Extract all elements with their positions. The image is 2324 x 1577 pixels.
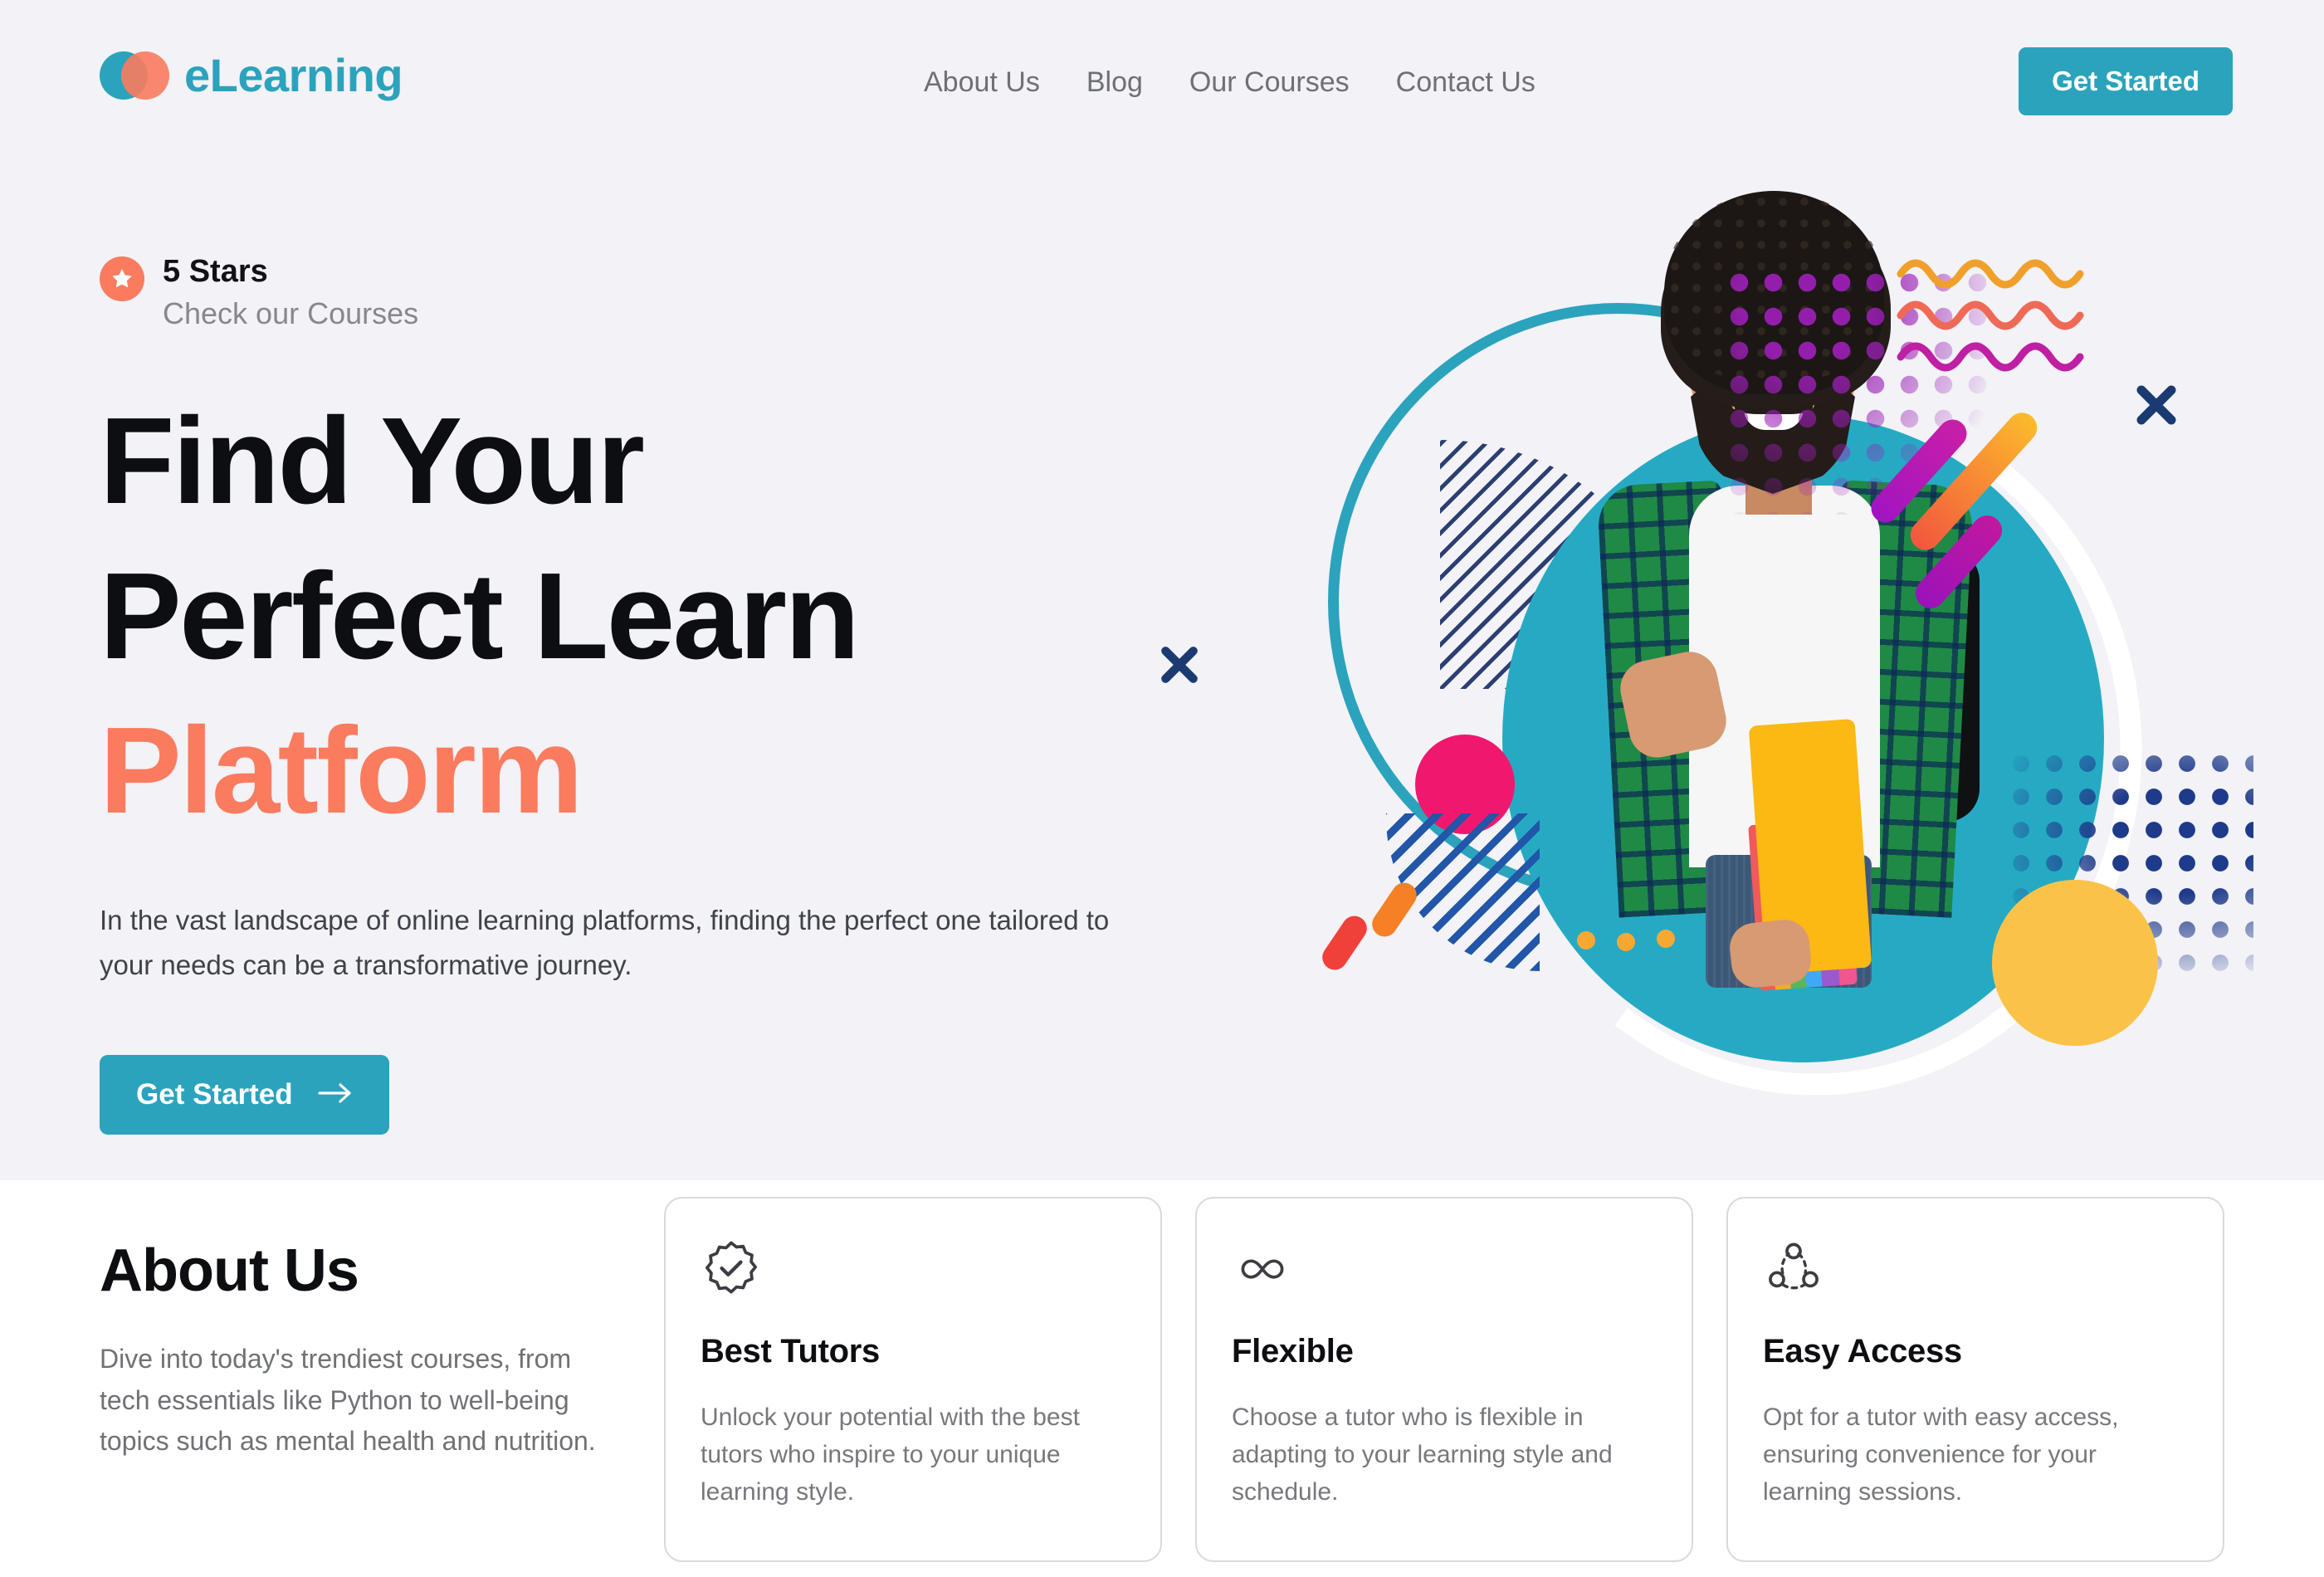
feature-card-title: Easy Access — [1763, 1333, 1962, 1370]
feature-card-best-tutors[interactable]: Best Tutors Unlock your potential with t… — [664, 1197, 1162, 1562]
orange-dot-1 — [1577, 931, 1595, 950]
x-mark-icon — [2136, 385, 2176, 425]
hero-headline: Find Your Perfect Learn Platform — [100, 384, 1212, 848]
feature-card-description: Choose a tutor who is flexible in adapti… — [1232, 1404, 1613, 1506]
feature-card-description: Unlock your potential with the best tuto… — [701, 1404, 1080, 1506]
arrow-right-icon — [318, 1078, 353, 1111]
headline-accent: Platform — [100, 702, 583, 840]
brand-logo[interactable]: eLearning — [100, 51, 403, 100]
x-mark-icon-2 — [1161, 647, 1198, 683]
nav-item-contact-us[interactable]: Contact Us — [1373, 68, 1559, 96]
feature-card-description: Opt for a tutor with easy access, ensuri… — [1763, 1404, 2119, 1506]
nav-item-blog[interactable]: Blog — [1063, 68, 1166, 96]
red-pill-shape — [1317, 911, 1372, 975]
feature-cards: Best Tutors Unlock your potential with t… — [664, 1197, 2224, 1562]
orange-dot-3 — [1657, 930, 1675, 948]
about-description: Dive into today's trendiest courses, fro… — [100, 1344, 596, 1457]
about-title: About Us — [100, 1238, 359, 1304]
hero-copy: 5 Stars Check our Courses Find Your Perf… — [100, 253, 1212, 1135]
hero-get-started-button[interactable]: Get Started — [100, 1055, 389, 1135]
about-intro: About Us Dive into today's trendiest cou… — [100, 1238, 598, 1462]
share-network-icon — [1763, 1238, 2188, 1305]
feature-card-title: Flexible — [1232, 1333, 1354, 1370]
yellow-circle-shape — [1992, 880, 2158, 1046]
hero-cta-label: Get Started — [136, 1078, 293, 1111]
rating-subtitle: Check our Courses — [163, 296, 419, 331]
hero-description: In the vast landscape of online learning… — [100, 905, 1110, 980]
nav-item-our-courses[interactable]: Our Courses — [1166, 68, 1373, 96]
infinity-icon — [1232, 1238, 1657, 1305]
header-get-started-button[interactable]: Get Started — [2019, 47, 2233, 115]
rating-title: 5 Stars — [163, 254, 268, 289]
star-icon — [100, 256, 144, 301]
verified-badge-check-icon — [701, 1238, 1125, 1305]
headline-line-2: Perfect Learn — [100, 547, 860, 685]
main-nav: About Us Blog Our Courses Contact Us — [901, 68, 1559, 96]
feature-card-flexible[interactable]: Flexible Choose a tutor who is flexible … — [1195, 1197, 1693, 1562]
about-section: About Us Dive into today's trendiest cou… — [0, 1180, 2324, 1577]
wavy-lines-shape — [1897, 259, 2084, 372]
hero-illustration — [1161, 191, 2291, 1139]
headline-line-1: Find Your — [100, 393, 645, 530]
logo-icon — [100, 51, 169, 100]
orange-dot-2 — [1617, 933, 1635, 951]
site-header: eLearning About Us Blog Our Courses Cont… — [0, 0, 2324, 166]
hero-section: eLearning About Us Blog Our Courses Cont… — [0, 0, 2324, 1180]
brand-name: eLearning — [184, 49, 403, 101]
orange-pill-shape — [1367, 877, 1422, 942]
rating-badge: 5 Stars Check our Courses — [100, 253, 1212, 336]
nav-item-about-us[interactable]: About Us — [901, 68, 1063, 96]
feature-card-title: Best Tutors — [701, 1333, 880, 1370]
feature-card-easy-access[interactable]: Easy Access Opt for a tutor with easy ac… — [1726, 1197, 2224, 1562]
